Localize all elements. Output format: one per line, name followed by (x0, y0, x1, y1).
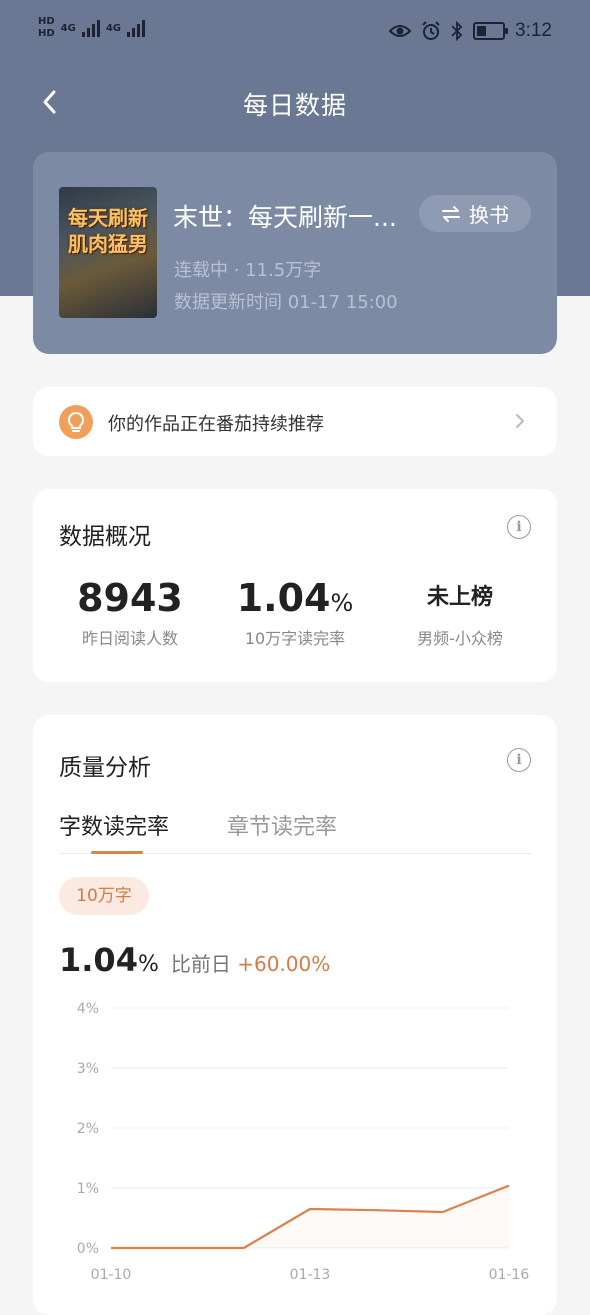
quality-card: 质量分析 i 字数读完率 章节读完率 10万字 1.04% 比前日 +60.00… (33, 715, 557, 1315)
y-tick-label: 3% (77, 1061, 99, 1077)
stat-value: 8943 (45, 573, 215, 623)
stat-label: 10万字读完率 (210, 625, 380, 649)
info-icon[interactable]: i (507, 748, 531, 772)
compare-label: 比前日 +60.00% (171, 948, 330, 977)
y-tick-label: 1% (77, 1181, 99, 1197)
stat-number: 1.04 (237, 576, 331, 620)
line-chart: 0% 1% 2% 3% 4% 01-10 01-13 01-16 (33, 993, 557, 1315)
hd-label-1: HD (38, 16, 55, 28)
switch-book-button[interactable]: 换书 (419, 195, 531, 232)
hd-label-2: HD (38, 28, 55, 40)
eye-icon (389, 23, 411, 39)
rate-unit: % (138, 952, 159, 977)
net-type-label: 4G (61, 23, 76, 34)
stat-label: 昨日阅读人数 (45, 625, 215, 649)
stat-ranking: 未上榜 男频-小众榜 (375, 573, 545, 649)
stat-value: 1.04% (210, 573, 380, 623)
tab-chapter-completion[interactable]: 章节读完率 (227, 809, 337, 841)
battery-icon (473, 22, 505, 40)
rate-number: 1.04 (59, 941, 138, 979)
book-cover[interactable]: 每天刷新肌肉猛男 (59, 187, 157, 318)
bluetooth-icon (451, 21, 463, 41)
stat-unit: % (330, 589, 353, 617)
stat-number: 未上榜 (427, 585, 493, 610)
alarm-icon (421, 21, 441, 41)
series-area (111, 1186, 509, 1248)
network-indicators: HD HD 4G 4G (38, 16, 145, 40)
stat-value: 未上榜 (375, 573, 545, 623)
y-tick-label: 4% (77, 1001, 99, 1017)
overview-title: 数据概况 (59, 517, 151, 551)
stat-number: 8943 (77, 576, 183, 620)
book-title: 末世：每天刷新一... (173, 198, 397, 234)
active-tab-indicator (91, 851, 143, 854)
tab-word-completion[interactable]: 字数读完率 (59, 809, 169, 841)
x-tick-label: 01-16 (489, 1267, 530, 1283)
data-update-time: 数据更新时间 01-17 15:00 (174, 288, 398, 314)
page-title: 每日数据 (0, 86, 590, 122)
book-status: 连载中 · 11.5万字 (174, 256, 321, 282)
quality-title: 质量分析 (59, 748, 151, 782)
stat-completion-rate: 1.04% 10万字读完率 (210, 573, 380, 649)
net-type-label-2: 4G (106, 23, 121, 34)
cover-title-art: 每天刷新肌肉猛男 (63, 205, 153, 257)
switch-book-label: 换书 (469, 199, 509, 228)
y-tick-label: 2% (77, 1121, 99, 1137)
compare-text: 比前日 (171, 952, 231, 976)
chevron-right-icon (513, 411, 527, 431)
range-chip[interactable]: 10万字 (59, 877, 149, 915)
clock-time: 3:12 (515, 20, 552, 42)
completion-chart: 0% 1% 2% 3% 4% 01-10 01-13 01-16 (33, 993, 557, 1315)
lightbulb-icon (59, 405, 93, 439)
nav-bar: 每日数据 (0, 72, 590, 134)
signal-icon (82, 19, 100, 37)
rate-value: 1.04% (59, 941, 159, 979)
rate-summary: 1.04% 比前日 +60.00% (59, 941, 330, 979)
status-bar: HD HD 4G 4G 3:12 (0, 0, 590, 66)
stat-readers: 8943 昨日阅读人数 (45, 573, 215, 649)
swap-icon (441, 205, 461, 223)
recommend-banner[interactable]: 你的作品正在番茄持续推荐 (33, 387, 557, 456)
y-tick-label: 0% (77, 1241, 99, 1257)
signal-icon-2 (127, 19, 145, 37)
quality-tabs: 字数读完率 章节读完率 (59, 809, 531, 854)
stat-label: 男频-小众榜 (375, 625, 545, 649)
overview-card: 数据概况 i 8943 昨日阅读人数 1.04% 10万字读完率 未上榜 男频-… (33, 489, 557, 682)
x-tick-label: 01-10 (91, 1267, 132, 1283)
book-card: 每天刷新肌肉猛男 末世：每天刷新一... 连载中 · 11.5万字 数据更新时间… (33, 152, 557, 354)
compare-delta: +60.00% (237, 952, 330, 976)
x-tick-label: 01-13 (290, 1267, 331, 1283)
status-icons: 3:12 (389, 20, 552, 42)
recommend-text: 你的作品正在番茄持续推荐 (108, 410, 324, 436)
info-icon[interactable]: i (507, 515, 531, 539)
hd-indicator: HD HD (38, 16, 55, 40)
